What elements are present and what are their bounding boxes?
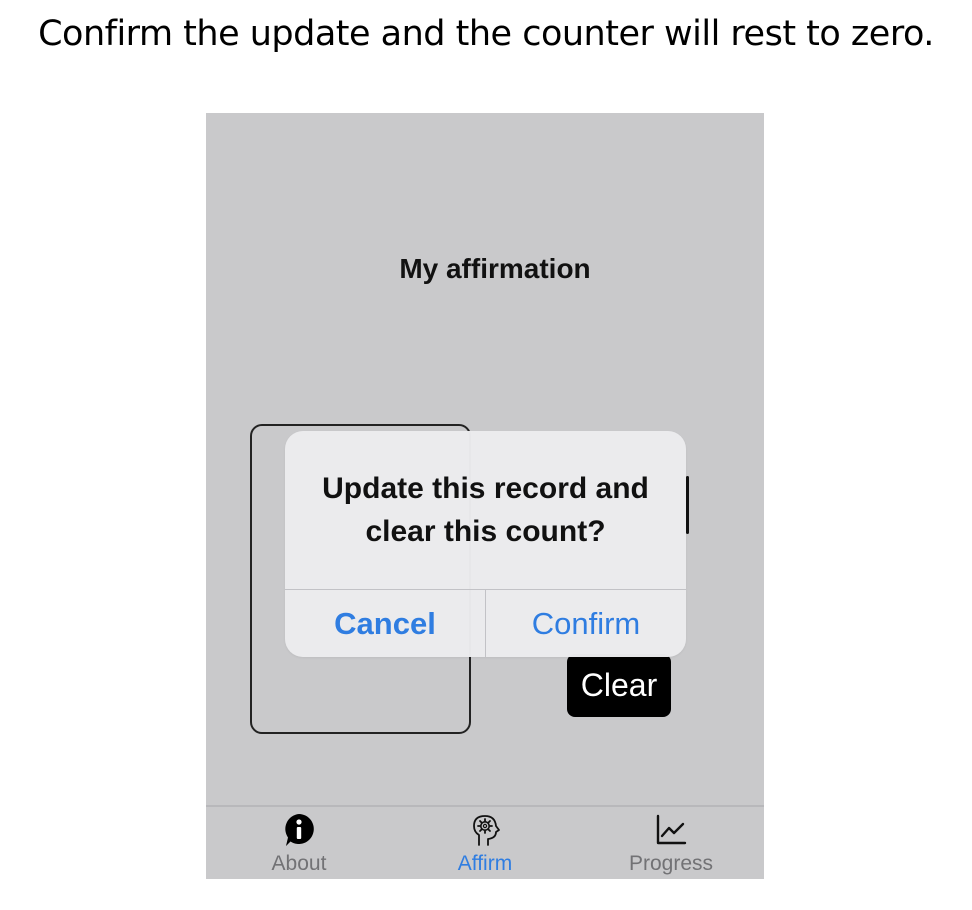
alert-message: Update this record and clear this count? [322, 472, 649, 548]
phone-screen: My affirmation Clear Update this record … [206, 113, 764, 879]
line-chart-icon [578, 812, 764, 848]
hidden-control-edge [686, 476, 689, 534]
page-title: My affirmation [399, 253, 591, 284]
tab-progress-label: Progress [628, 852, 714, 875]
tab-progress[interactable]: Progress [578, 807, 764, 879]
confirm-alert-dialog: Update this record and clear this count?… [285, 431, 686, 657]
tab-affirm[interactable]: Affirm [392, 807, 578, 879]
tab-affirm-label: Affirm [457, 852, 513, 875]
tab-about-label: About [271, 852, 327, 875]
cancel-button[interactable]: Cancel [285, 590, 485, 657]
tab-bar: About Affirm Progress [206, 805, 764, 879]
head-gear-icon [392, 812, 578, 848]
instruction-caption: Confirm the update and the counter will … [38, 14, 934, 54]
info-bubble-icon [206, 812, 392, 848]
confirm-button[interactable]: Confirm [486, 590, 686, 657]
tab-about[interactable]: About [206, 807, 392, 879]
clear-button[interactable]: Clear [567, 654, 671, 717]
